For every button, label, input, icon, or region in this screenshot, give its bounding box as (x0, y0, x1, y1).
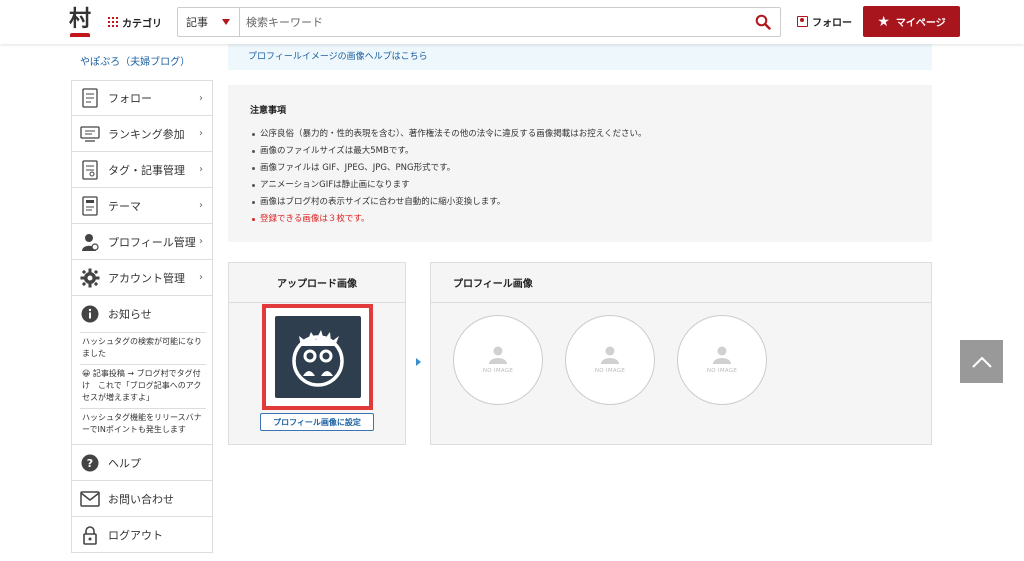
blog-name-link[interactable]: やぽぷろ（夫婦ブログ） (80, 53, 190, 68)
image-help-link[interactable]: プロフィールイメージの画像ヘルプはこちら (248, 49, 428, 62)
no-image-label: NO IMAGE (706, 368, 738, 374)
mail-icon (80, 489, 100, 509)
search-button[interactable] (746, 8, 780, 36)
sidebar-item-label: ログアウト (108, 528, 163, 542)
sidebar-item-label: お問い合わせ (108, 492, 174, 506)
follow-icon (797, 16, 808, 27)
avatar-illustration-icon (291, 330, 344, 387)
sidebar-item-help[interactable]: ? ヘルプ (71, 445, 213, 481)
ranking-icon (80, 124, 100, 144)
profile-image-slot-1[interactable]: NO IMAGE (453, 315, 543, 405)
chevron-right-icon: › (199, 272, 203, 283)
user-silhouette-icon (713, 346, 731, 364)
theme-icon (80, 195, 100, 216)
follow-link[interactable]: フォロー (797, 14, 852, 29)
set-profile-image-button[interactable]: プロフィール画像に設定 (260, 413, 374, 431)
caret-down-icon (222, 19, 230, 25)
chevron-right-icon: › (199, 200, 203, 211)
sidebar-item-label: タグ・記事管理 (108, 163, 185, 177)
search-input[interactable] (240, 8, 746, 36)
notice-header: お知らせ (80, 296, 206, 332)
chevron-up-icon (971, 356, 992, 368)
svg-text:?: ? (87, 457, 93, 470)
profile-panel-title: プロフィール画像 (431, 263, 931, 303)
upload-panel-title: アップロード画像 (229, 263, 405, 303)
sidebar-item-follow[interactable]: フォロー › (71, 80, 213, 116)
notice-section: お知らせ ハッシュタグの検索が可能になりました 😀 記事投稿 → ブログ村でタグ… (71, 296, 213, 445)
caution-list: 公序良俗（暴力的・性的表現を含む）、著作権法その他の法令に違反する画像掲載はお控… (250, 126, 910, 228)
image-help-banner: プロフィールイメージの画像ヘルプはこちら (228, 40, 932, 70)
sidebar-item-profile[interactable]: プロフィール管理 › (71, 224, 213, 260)
profile-image-slot-3[interactable]: NO IMAGE (677, 315, 767, 405)
no-image-label: NO IMAGE (594, 368, 626, 374)
sidebar-item-ranking[interactable]: ランキング参加 › (71, 116, 213, 152)
chevron-right-icon: › (199, 164, 203, 175)
upload-image-panel: アップロード画像 プロフィール画像に設定 (228, 262, 406, 445)
caution-item: 画像はブログ村の表示サイズに合わせ自動的に縮小変換します。 (250, 194, 910, 211)
profile-image-panel: プロフィール画像 NO IMAGE NO IMAGE NO IMAGE (430, 262, 932, 445)
mypage-label: マイページ (895, 18, 946, 29)
lock-icon (80, 525, 100, 545)
search-type-select[interactable]: 記事 (178, 8, 240, 36)
search-bar: 記事 (177, 7, 781, 37)
logo-bar (70, 33, 90, 37)
sidebar-item-logout[interactable]: ログアウト (71, 517, 213, 553)
sidebar-item-contact[interactable]: お問い合わせ (71, 481, 213, 517)
gear-icon (80, 268, 100, 288)
news-item[interactable]: ハッシュタグの検索が可能になりました (80, 332, 206, 364)
profile-user-icon (80, 232, 100, 252)
notice-label: お知らせ (108, 308, 152, 321)
blogmura-logo[interactable]: 村 (68, 7, 92, 37)
category-menu[interactable]: カテゴリ (108, 13, 162, 31)
news-item[interactable]: 😀 記事投稿 → ブログ村でタグ付け これで「ブログ記事へのアクセスが増えますよ… (80, 364, 206, 408)
help-icon: ? (80, 453, 100, 473)
mypage-button[interactable]: ★ マイページ (863, 6, 960, 37)
sidebar-item-account[interactable]: アカウント管理 › (71, 260, 213, 296)
caution-item: 公序良俗（暴力的・性的表現を含む）、著作権法その他の法令に違反する画像掲載はお控… (250, 126, 910, 143)
category-label: カテゴリ (122, 18, 162, 30)
caution-title: 注意事項 (250, 106, 287, 116)
search-icon (755, 14, 771, 30)
top-header: 村 カテゴリ 記事 フォロー ★ マイページ (0, 0, 1024, 44)
sidebar-item-label: アカウント管理 (108, 271, 185, 285)
caution-item: アニメーションGIFは静止画になります (250, 177, 910, 194)
chevron-right-icon: › (199, 128, 203, 139)
no-image-label: NO IMAGE (482, 368, 514, 374)
sidebar: フォロー › ランキング参加 › タグ・記事管理 › テーマ › プロフィール管… (71, 80, 213, 553)
caution-box: 注意事項 公序良俗（暴力的・性的表現を含む）、著作権法その他の法令に違反する画像… (228, 85, 932, 242)
user-silhouette-icon (601, 346, 619, 364)
sidebar-item-theme[interactable]: テーマ › (71, 188, 213, 224)
info-icon (80, 304, 100, 324)
search-type-value: 記事 (186, 16, 208, 29)
scroll-to-top-button[interactable] (960, 340, 1003, 383)
sidebar-item-tag-article[interactable]: タグ・記事管理 › (71, 152, 213, 188)
chevron-right-icon: › (199, 93, 203, 104)
logo-text: 村 (68, 6, 91, 32)
sidebar-item-label: テーマ (108, 199, 141, 213)
caution-item-limit: 登録できる画像は３枚です。 (250, 211, 910, 228)
arrow-right-icon (416, 358, 421, 366)
tag-article-icon (80, 159, 100, 180)
sidebar-item-label: ランキング参加 (108, 127, 185, 141)
caution-item: 画像のファイルサイズは最大5MBです。 (250, 143, 910, 160)
sidebar-item-label: プロフィール管理 (108, 235, 196, 249)
follow-card-icon (80, 88, 100, 108)
profile-image-slot-2[interactable]: NO IMAGE (565, 315, 655, 405)
grid-icon (108, 17, 118, 27)
news-item[interactable]: ハッシュタグ機能をリリースバナーでINポイントも発生します (80, 408, 206, 440)
uploaded-image-thumbnail (274, 316, 361, 398)
uploaded-image-selected[interactable] (262, 304, 373, 410)
star-icon: ★ (877, 13, 890, 30)
follow-label: フォロー (812, 18, 852, 29)
user-silhouette-icon (489, 346, 507, 364)
caution-item: 画像ファイルは GIF、JPEG、JPG、PNG形式です。 (250, 160, 910, 177)
sidebar-item-label: フォロー (108, 92, 152, 105)
chevron-right-icon: › (199, 236, 203, 247)
sidebar-item-label: ヘルプ (108, 456, 141, 470)
